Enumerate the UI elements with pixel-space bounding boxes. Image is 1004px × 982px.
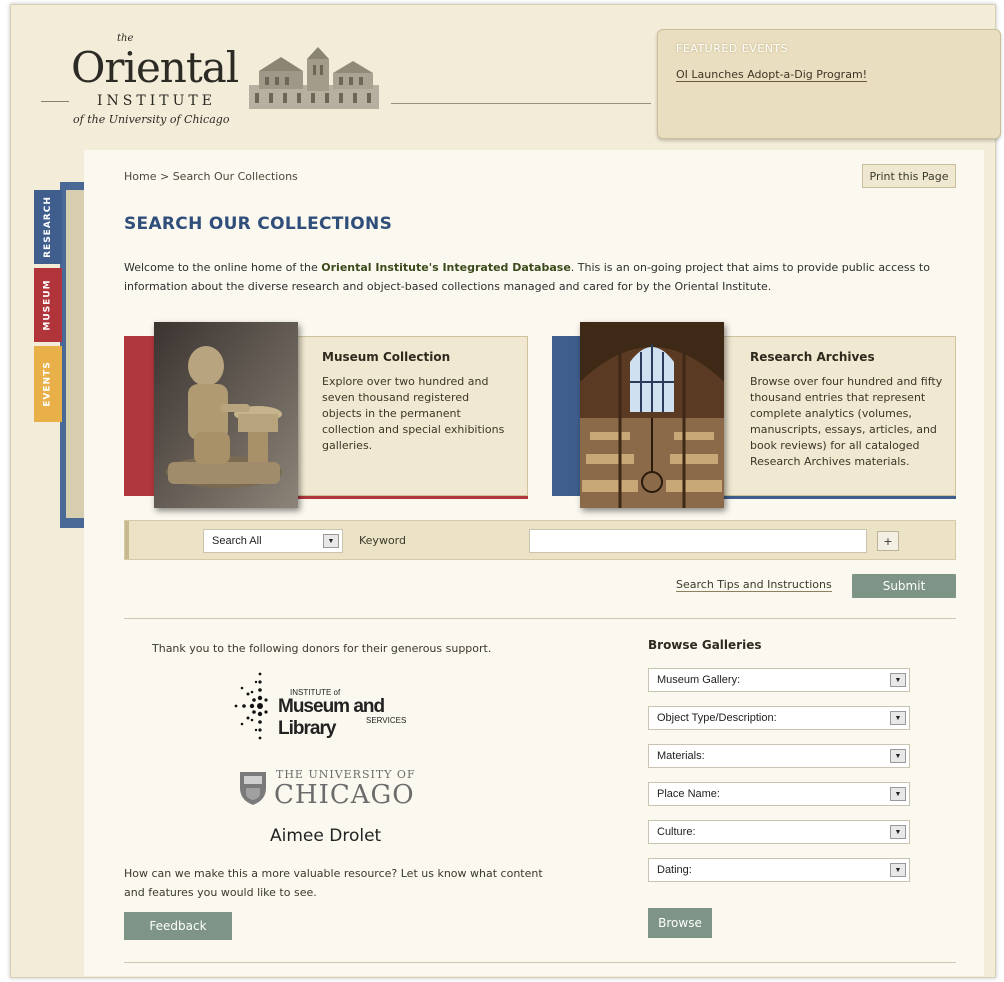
submit-button[interactable]: Submit [852,574,956,598]
featured-events-title: FEATURED EVENTS [676,42,789,55]
museum-gallery-select[interactable]: Museum Gallery: ▼ [648,668,910,692]
logo-university: of the University of Chicago [73,113,230,126]
search-bar: Search All ▼ Keyword + [124,520,956,560]
research-archives-title[interactable]: Research Archives [750,350,875,364]
chevron-down-icon[interactable]: ▼ [890,711,906,725]
search-scope-value: Search All [212,535,262,547]
museum-collection-title[interactable]: Museum Collection [322,350,450,364]
select-label: Place Name: [657,788,720,800]
search-bar-accent [125,521,129,559]
logo-rule [41,101,69,102]
select-label: Object Type/Description: [657,712,777,724]
imls-logo[interactable]: INSTITUTE of Museum and Library SERVICES [230,668,430,744]
select-label: Culture: [657,826,696,838]
main-content: Home > Search Our Collections Print this… [84,150,984,976]
feedback-text: How can we make this a more valuable res… [124,867,543,899]
logo-oriental: Oriental [71,43,239,92]
select-label: Museum Gallery: [657,674,741,686]
card-accent [124,336,154,496]
imls-starburst-icon [234,672,268,740]
keyword-label: Keyword [359,534,406,547]
browse-button[interactable]: Browse [648,908,712,938]
footer-divider [124,962,956,963]
intro-before: Welcome to the online home of the [124,261,322,274]
statue-photo-icon[interactable] [154,322,298,508]
tab-events[interactable]: EVENTS [34,346,62,422]
breadcrumb[interactable]: Home > Search Our Collections [124,170,298,183]
chevron-down-icon[interactable]: ▼ [890,787,906,801]
tab-research[interactable]: RESEARCH [34,190,62,264]
materials-select[interactable]: Materials: ▼ [648,744,910,768]
tab-museum-label: MUSEUM [43,279,54,331]
browse-galleries-title: Browse Galleries [648,638,762,652]
header-rule [391,103,651,104]
imls-line2: Museum and Library [278,696,385,739]
chevron-down-icon[interactable]: ▼ [890,673,906,687]
featured-events-panel: FEATURED EVENTS OI Launches Adopt-a-Dig … [657,29,1001,139]
feedback-button[interactable]: Feedback [124,912,232,940]
research-archives-description: Browse over four hundred and fifty thous… [750,375,943,468]
museum-collection-description: Explore over two hundred and seven thous… [322,375,505,452]
integrated-database-link[interactable]: Oriental Institute's Integrated Database [321,261,571,274]
logo-institute: INSTITUTE [97,93,216,109]
chevron-down-icon[interactable]: ▼ [323,534,339,548]
building-illustration-icon [249,47,379,109]
chevron-down-icon[interactable]: ▼ [890,749,906,763]
uchicago-shield-icon [240,772,266,805]
add-search-field-button[interactable]: + [877,531,899,551]
research-archives-card[interactable]: Research Archives Browse over four hundr… [552,322,956,508]
imls-line3: SERVICES [366,716,407,725]
select-label: Dating: [657,864,692,876]
select-label: Materials: [657,750,705,762]
museum-collection-card[interactable]: Museum Collection Explore over two hundr… [124,322,528,508]
tab-museum[interactable]: MUSEUM [34,268,62,342]
tab-research-label: RESEARCH [43,196,53,258]
uchicago-line2: CHICAGO [274,780,415,810]
donors-thanks-text: Thank you to the following donors for th… [152,642,492,655]
search-scope-select[interactable]: Search All ▼ [203,529,343,553]
print-page-button[interactable]: Print this Page [862,164,956,188]
dating-select[interactable]: Dating: ▼ [648,858,910,882]
library-photo-icon[interactable] [580,322,724,508]
featured-event-link[interactable]: OI Launches Adopt-a-Dig Program! [676,68,868,82]
chevron-down-icon[interactable]: ▼ [890,863,906,877]
oriental-institute-logo[interactable]: the Oriental INSTITUTE of the University… [71,29,261,129]
section-divider [124,618,956,619]
donor-name: Aimee Drolet [270,826,382,846]
object-type-select[interactable]: Object Type/Description: ▼ [648,706,910,730]
chevron-down-icon[interactable]: ▼ [890,825,906,839]
uchicago-logo[interactable]: THE UNIVERSITY OF CHICAGO [238,766,428,812]
tab-events-label: EVENTS [43,361,54,407]
culture-select[interactable]: Culture: ▼ [648,820,910,844]
card-accent [552,336,582,496]
keyword-input[interactable] [529,529,867,553]
page-title: SEARCH OUR COLLECTIONS [124,214,393,234]
search-tips-link[interactable]: Search Tips and Instructions [676,578,832,592]
intro-text: Welcome to the online home of the Orient… [124,258,954,296]
place-name-select[interactable]: Place Name: ▼ [648,782,910,806]
